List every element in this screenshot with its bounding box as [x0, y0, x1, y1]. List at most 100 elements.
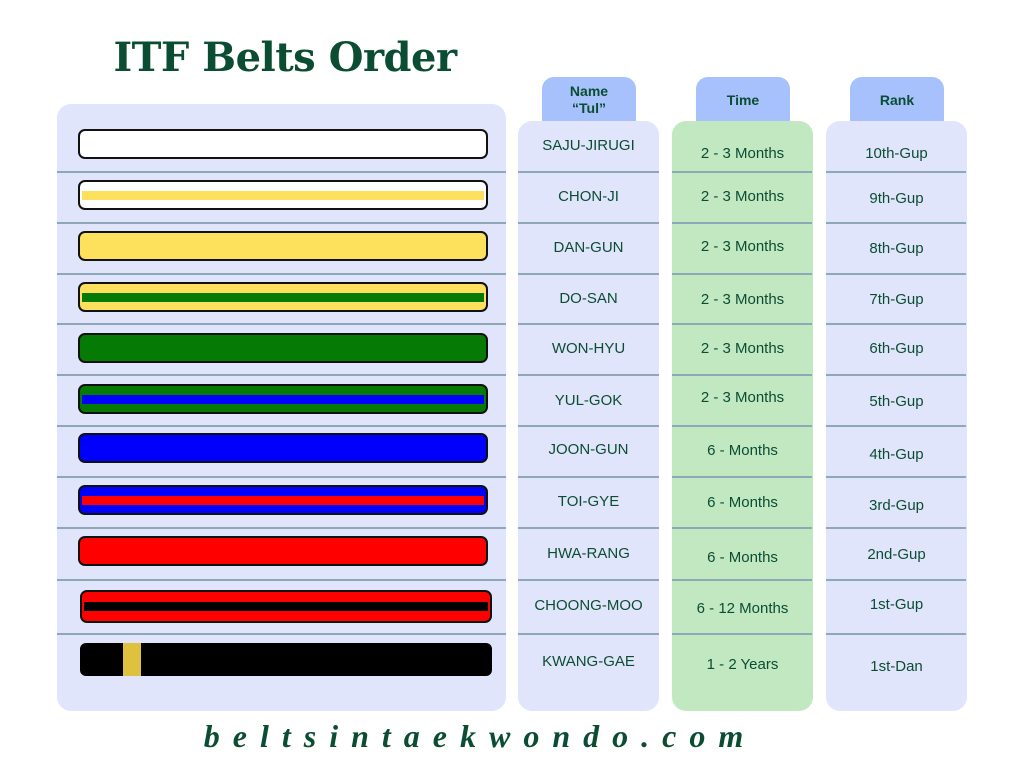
row-divider [57, 476, 506, 478]
belt-joon-gun [78, 433, 488, 463]
row-divider [57, 374, 506, 376]
row-divider [672, 171, 812, 173]
rank-cell: 6th-Gup [869, 340, 924, 357]
name-cell: WON-HYU [551, 340, 626, 357]
row-divider [518, 323, 659, 325]
row-divider [518, 579, 659, 581]
website-footer: beltsintaekwondo.com [203, 718, 757, 754]
rank-column [826, 121, 967, 711]
name-cell: YUL-GOK [554, 392, 623, 409]
row-divider [826, 323, 966, 325]
name-cell: TOI-GYE [557, 493, 620, 510]
row-divider [518, 222, 659, 224]
rank-cell: 10th-Gup [865, 145, 928, 162]
belt-yul-gok [78, 384, 488, 414]
header-rank-label: Rank [879, 91, 915, 108]
time-cell: 6 - 12 Months [696, 600, 789, 617]
rank-cell: 9th-Gup [869, 190, 924, 207]
rank-cell: 5th-Gup [869, 393, 924, 410]
time-cell: 6 - Months [707, 494, 778, 511]
time-cell: 6 - Months [707, 442, 778, 459]
row-divider [518, 171, 659, 173]
header-rank: Rank [850, 77, 944, 123]
name-cell: CHON-JI [558, 188, 619, 205]
belt-dan-gun [78, 231, 488, 261]
row-divider [57, 222, 506, 224]
row-divider [57, 527, 506, 529]
row-divider [57, 273, 506, 275]
name-cell: KWANG-GAE [542, 653, 635, 670]
row-divider [57, 171, 506, 173]
row-divider [826, 374, 966, 376]
row-divider [57, 425, 506, 427]
time-column [672, 121, 813, 711]
time-cell: 2 - 3 Months [700, 238, 785, 255]
rank-cell: 4th-Gup [869, 446, 924, 463]
belt-stripe [82, 191, 484, 200]
row-divider [672, 273, 812, 275]
row-divider [826, 633, 966, 635]
row-divider [57, 633, 506, 635]
row-divider [518, 425, 659, 427]
row-divider [518, 374, 659, 376]
row-divider [826, 171, 966, 173]
belt-won-hyu [78, 333, 488, 363]
row-divider [672, 222, 812, 224]
header-name-label: Name “Tul” [569, 83, 609, 116]
name-cell: DO-SAN [559, 290, 618, 307]
row-divider [826, 425, 966, 427]
row-divider [826, 273, 966, 275]
row-divider [826, 579, 966, 581]
rank-cell: 8th-Gup [869, 240, 924, 257]
header-time-label: Time [726, 91, 760, 108]
belt-stripe [82, 496, 484, 505]
belt-toi-gye [78, 485, 488, 515]
belt-choong-moo [80, 590, 492, 623]
belt-saju-jirugi [78, 129, 488, 159]
rank-cell: 1st-Dan [870, 658, 923, 675]
rank-cell: 3rd-Gup [868, 497, 925, 514]
rank-cell: 2nd-Gup [867, 546, 926, 563]
belt-stripe [84, 602, 488, 611]
name-cell: CHOONG-MOO [534, 597, 643, 614]
row-divider [672, 633, 812, 635]
row-divider [672, 476, 812, 478]
name-cell: JOON-GUN [548, 441, 629, 458]
name-cell: SAJU-JIRUGI [542, 137, 635, 154]
belt-chon-ji [78, 180, 488, 210]
row-divider [826, 476, 966, 478]
time-cell: 6 - Months [707, 549, 778, 566]
row-divider [518, 633, 659, 635]
row-divider [672, 425, 812, 427]
row-divider [672, 374, 812, 376]
row-divider [518, 476, 659, 478]
header-name-tul: Name “Tul” [542, 77, 636, 123]
belt-stripe [82, 293, 484, 302]
time-cell: 2 - 3 Months [700, 145, 785, 162]
row-divider [57, 579, 506, 581]
header-time: Time [696, 77, 790, 123]
rank-cell: 7th-Gup [869, 291, 924, 308]
page-title: ITF Belts Order [113, 34, 457, 81]
row-divider [57, 323, 506, 325]
name-cell: DAN-GUN [553, 239, 624, 256]
belt-do-san [78, 282, 488, 312]
row-divider [672, 323, 812, 325]
time-cell: 2 - 3 Months [700, 389, 785, 406]
time-cell: 2 - 3 Months [700, 340, 785, 357]
name-column [518, 121, 659, 711]
row-divider [826, 527, 966, 529]
time-cell: 2 - 3 Months [700, 291, 785, 308]
rank-cell: 1st-Gup [869, 596, 924, 613]
time-cell: 1 - 2 Years [706, 656, 779, 673]
row-divider [518, 527, 659, 529]
time-cell: 2 - 3 Months [700, 188, 785, 205]
row-divider [672, 579, 812, 581]
belt-hwa-rang [78, 536, 488, 566]
row-divider [672, 527, 812, 529]
row-divider [518, 273, 659, 275]
belt-kwang-gae [80, 643, 492, 676]
belt-stripe [82, 395, 484, 404]
name-cell: HWA-RANG [547, 545, 630, 562]
row-divider [826, 222, 966, 224]
